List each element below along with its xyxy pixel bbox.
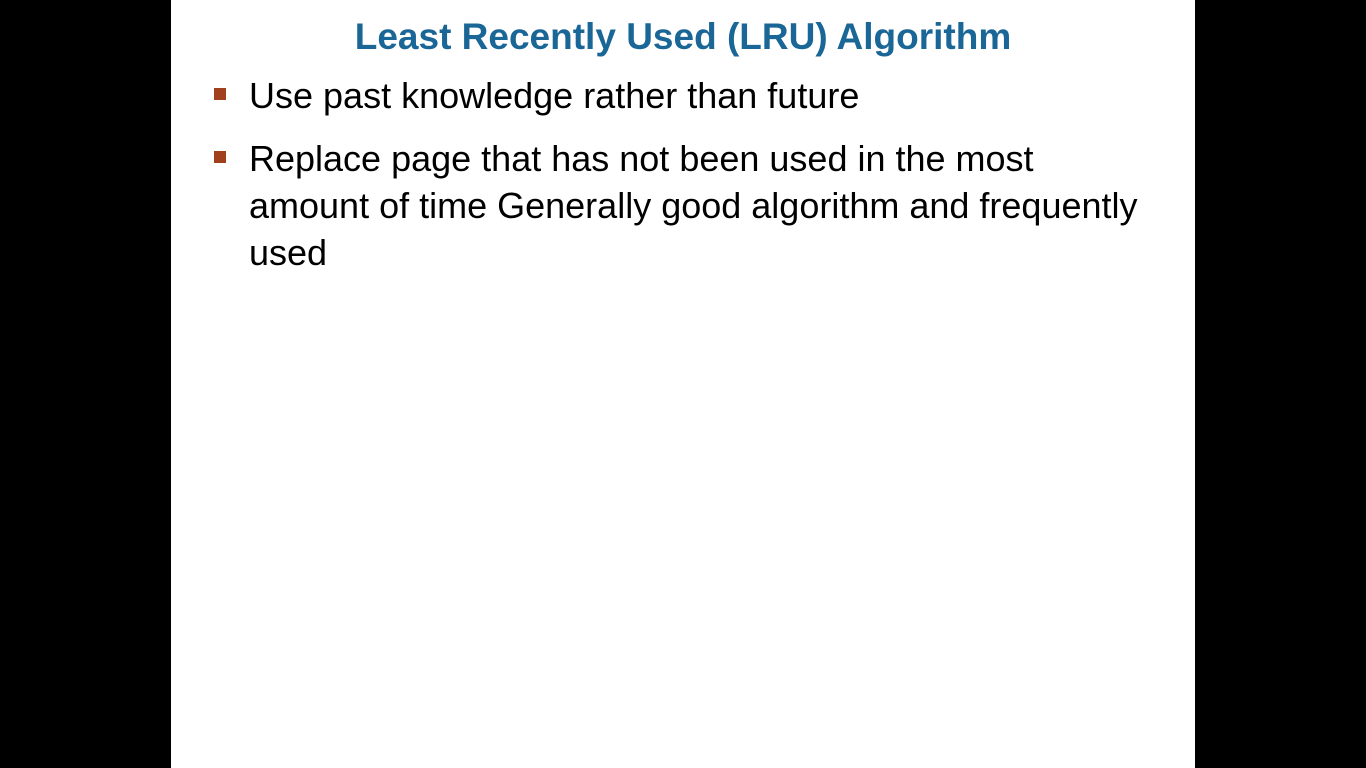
square-bullet-icon: [214, 88, 226, 100]
presentation-screen: Least Recently Used (LRU) Algorithm Use …: [0, 0, 1366, 768]
bullet-text: Replace page that has not been used in t…: [249, 138, 1138, 273]
slide: Least Recently Used (LRU) Algorithm Use …: [171, 0, 1195, 768]
bullet-item: Replace page that has not been used in t…: [213, 135, 1153, 276]
square-bullet-icon: [214, 151, 226, 163]
slide-title: Least Recently Used (LRU) Algorithm: [354, 16, 1012, 57]
bullet-item: Use past knowledge rather than future: [213, 72, 1153, 119]
bullet-list: Use past knowledge rather than future Re…: [213, 72, 1153, 292]
bullet-text: Use past knowledge rather than future: [249, 75, 860, 116]
